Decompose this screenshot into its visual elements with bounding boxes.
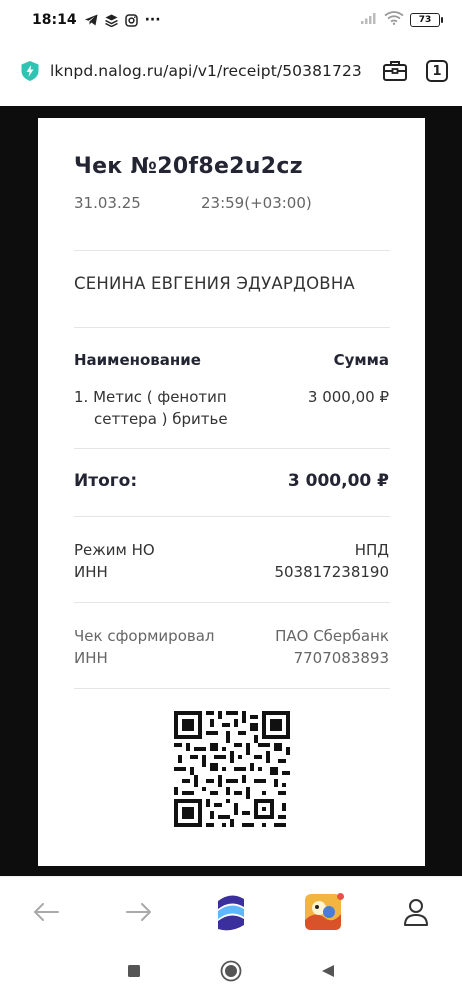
system-navigation-bar	[0, 946, 462, 1000]
telegram-icon	[85, 13, 99, 27]
battery-icon: 73	[410, 13, 443, 27]
back-icon[interactable]	[320, 963, 336, 983]
column-header-name: Наименование	[74, 351, 201, 369]
browser-address-bar[interactable]: lknpd.nalog.ru/api/v1/receipt/50381723 1	[0, 40, 462, 102]
total-value: 3 000,00 ₽	[287, 471, 389, 491]
wifi-icon	[384, 11, 404, 29]
item-name-line2: сеттера ) бритье	[94, 410, 228, 428]
forward-arrow-icon[interactable]	[116, 889, 162, 935]
bank-inn-label: ИНН	[74, 649, 108, 667]
shield-icon[interactable]	[20, 60, 40, 82]
divider	[74, 327, 390, 328]
divider	[74, 448, 390, 449]
receipt-time: 23:59(+03:00)	[201, 194, 312, 212]
column-header-sum: Сумма	[333, 351, 389, 369]
total-label: Итого:	[74, 471, 138, 491]
tax-mode-label: Режим НО	[74, 541, 155, 559]
home-icon[interactable]	[220, 960, 242, 986]
item-name: 1. Метис ( фенотип сеттера ) бритье	[74, 386, 264, 430]
inn-label: ИНН	[74, 563, 108, 581]
item-name-line1: 1. Метис ( фенотип	[74, 388, 227, 406]
notification-dot	[337, 892, 345, 900]
layers-icon	[105, 13, 119, 27]
seller-name: СЕНИНА ЕВГЕНИЯ ЭДУАРДОВНА	[74, 274, 355, 293]
page-viewport[interactable]: Чек №20f8e2u2cz 31.03.25 23:59(+03:00) С…	[0, 106, 462, 876]
signal-icon	[360, 11, 378, 29]
receipt-title: Чек №20f8e2u2cz	[74, 154, 303, 179]
qr-code[interactable]	[174, 711, 290, 827]
status-bar: 18:14 ··· 73	[0, 0, 462, 40]
formed-by-label: Чек сформировал	[74, 627, 215, 645]
url-text[interactable]: lknpd.nalog.ru/api/v1/receipt/50381723	[50, 62, 370, 80]
app-logo-icon[interactable]	[208, 889, 254, 935]
game-icon[interactable]	[300, 889, 346, 935]
profile-icon[interactable]	[393, 889, 439, 935]
instagram-icon	[125, 13, 139, 27]
toolbox-icon[interactable]	[382, 58, 408, 84]
divider	[74, 516, 390, 517]
browser-bottom-nav	[0, 876, 462, 946]
more-indicator: ···	[144, 12, 161, 28]
divider	[74, 250, 390, 251]
receipt-date: 31.03.25	[74, 194, 141, 212]
inn-value: 503817238190	[274, 563, 389, 581]
recents-icon[interactable]	[126, 963, 142, 983]
tabs-button[interactable]: 1	[426, 60, 448, 82]
tax-mode-value: НПД	[354, 541, 389, 559]
status-time: 18:14	[32, 12, 77, 28]
item-sum: 3 000,00 ₽	[307, 388, 389, 406]
receipt-card: Чек №20f8e2u2cz 31.03.25 23:59(+03:00) С…	[38, 118, 425, 866]
divider	[74, 688, 390, 689]
formed-by-value: ПАО Сбербанк	[275, 627, 389, 645]
battery-level: 73	[418, 15, 432, 25]
divider	[74, 602, 390, 603]
back-arrow-icon[interactable]	[23, 889, 69, 935]
bank-inn-value: 7707083893	[293, 649, 389, 667]
